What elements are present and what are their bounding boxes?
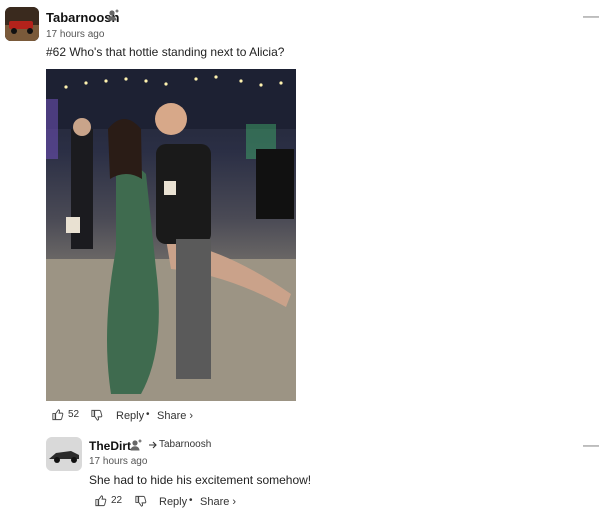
thumbs-up-icon [52, 409, 64, 421]
collapse-button[interactable]: — [583, 438, 599, 454]
chevron-right-icon: › [189, 410, 194, 422]
thumbs-up-icon [95, 495, 107, 507]
avatar[interactable] [5, 7, 39, 41]
thumbs-down-icon [91, 409, 103, 421]
like-count: 22 [111, 495, 123, 506]
share-label: Share [157, 410, 187, 422]
avatar-image [5, 7, 39, 41]
like-button[interactable]: 52 [51, 408, 79, 421]
reply-text: She had to hide his excitement somehow! [89, 473, 312, 487]
like-count: 52 [68, 409, 80, 420]
reply-to-indicator[interactable]: Tabarnoosh [148, 439, 211, 450]
reply-button[interactable]: Reply [116, 410, 144, 422]
chevron-right-icon: › [232, 496, 237, 508]
dislike-button[interactable] [90, 409, 103, 422]
avatar-image [46, 437, 82, 471]
arrow-right-icon [149, 441, 157, 448]
comment-photo[interactable] [46, 69, 296, 401]
like-button[interactable]: 22 [94, 494, 122, 507]
separator-dot: • [189, 495, 193, 506]
reply-username[interactable]: TheDirt [89, 439, 131, 453]
comment-text: #62 Who's that hottie standing next to A… [46, 45, 285, 59]
share-button[interactable]: Share › [200, 496, 236, 508]
separator-dot: • [146, 409, 150, 420]
reply-timestamp: 17 hours ago [89, 456, 148, 467]
reply-avatar[interactable] [46, 437, 82, 471]
thumbs-down-icon [135, 495, 147, 507]
collapse-button[interactable]: — [583, 9, 599, 25]
user-follow-icon[interactable] [106, 8, 120, 22]
comment-timestamp: 17 hours ago [46, 29, 105, 40]
share-button[interactable]: Share › [157, 410, 193, 422]
party-photo-image [46, 69, 296, 401]
share-label: Share [200, 496, 230, 508]
reply-to-username: Tabarnoosh [159, 439, 212, 450]
dislike-button[interactable] [134, 495, 147, 508]
reply-button[interactable]: Reply [159, 496, 187, 508]
user-follow-icon[interactable] [129, 438, 143, 452]
